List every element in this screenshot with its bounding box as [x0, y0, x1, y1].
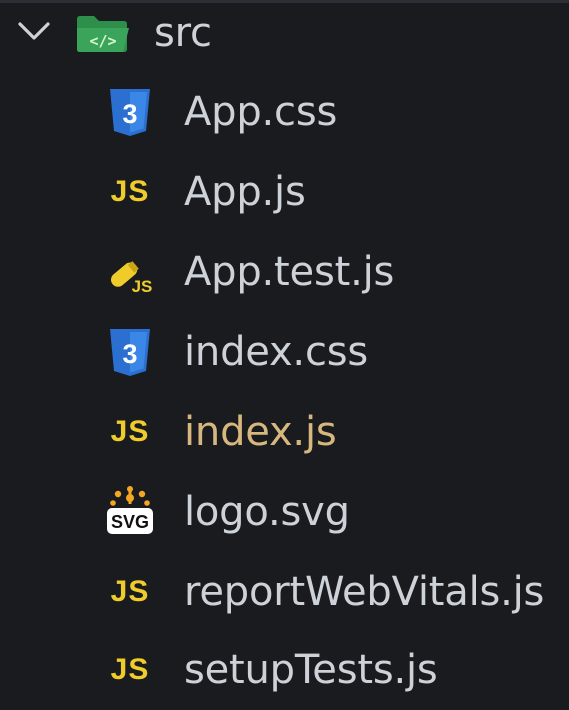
file-row-logo-svg[interactable]: SVG logo.svg — [0, 472, 569, 552]
file-row-reportwebvitals-js[interactable]: JS reportWebVitals.js — [0, 552, 569, 632]
folder-label: src — [154, 10, 212, 56]
javascript-icon: JS — [104, 166, 156, 218]
js-icon-text: JS — [110, 653, 150, 686]
folder-src-open-icon: </> — [74, 13, 132, 55]
file-row-setuptests-js[interactable]: JS setupTests.js — [0, 630, 569, 710]
css-icon: 3 — [104, 86, 156, 138]
test-js-icon: JS — [104, 246, 156, 298]
js-icon-text: JS — [110, 415, 150, 448]
svg-text:3: 3 — [122, 99, 137, 129]
file-row-app-js[interactable]: JS App.js — [0, 152, 569, 232]
file-label: App.css — [184, 89, 338, 135]
file-row-index-css[interactable]: 3 index.css — [0, 312, 569, 392]
svg-icon-text: SVG — [111, 512, 149, 532]
svg-text:</>: </> — [89, 32, 116, 50]
js-icon-text: JS — [110, 575, 150, 608]
file-label: App.test.js — [184, 249, 395, 295]
js-icon-text: JS — [110, 175, 150, 208]
svg-icon: SVG — [104, 486, 156, 538]
chevron-down-icon[interactable] — [17, 20, 51, 42]
javascript-icon: JS — [104, 566, 156, 618]
file-label: setupTests.js — [184, 647, 438, 693]
file-label: index.css — [184, 329, 369, 375]
svg-text:3: 3 — [122, 339, 137, 369]
file-explorer: </> src 3 App.css JS App.js JS App.test.… — [0, 0, 569, 700]
css-icon: 3 — [104, 326, 156, 378]
file-label: reportWebVitals.js — [184, 569, 545, 615]
file-label: logo.svg — [184, 489, 350, 535]
svg-text:JS: JS — [132, 277, 153, 296]
javascript-icon: JS — [104, 406, 156, 458]
file-label-modified: index.js — [184, 409, 337, 455]
folder-src[interactable]: </> src — [0, 0, 569, 68]
javascript-icon: JS — [104, 644, 156, 696]
file-row-index-js[interactable]: JS index.js — [0, 392, 569, 472]
file-label: App.js — [184, 169, 306, 215]
file-row-app-test-js[interactable]: JS App.test.js — [0, 232, 569, 312]
file-row-app-css[interactable]: 3 App.css — [0, 72, 569, 152]
